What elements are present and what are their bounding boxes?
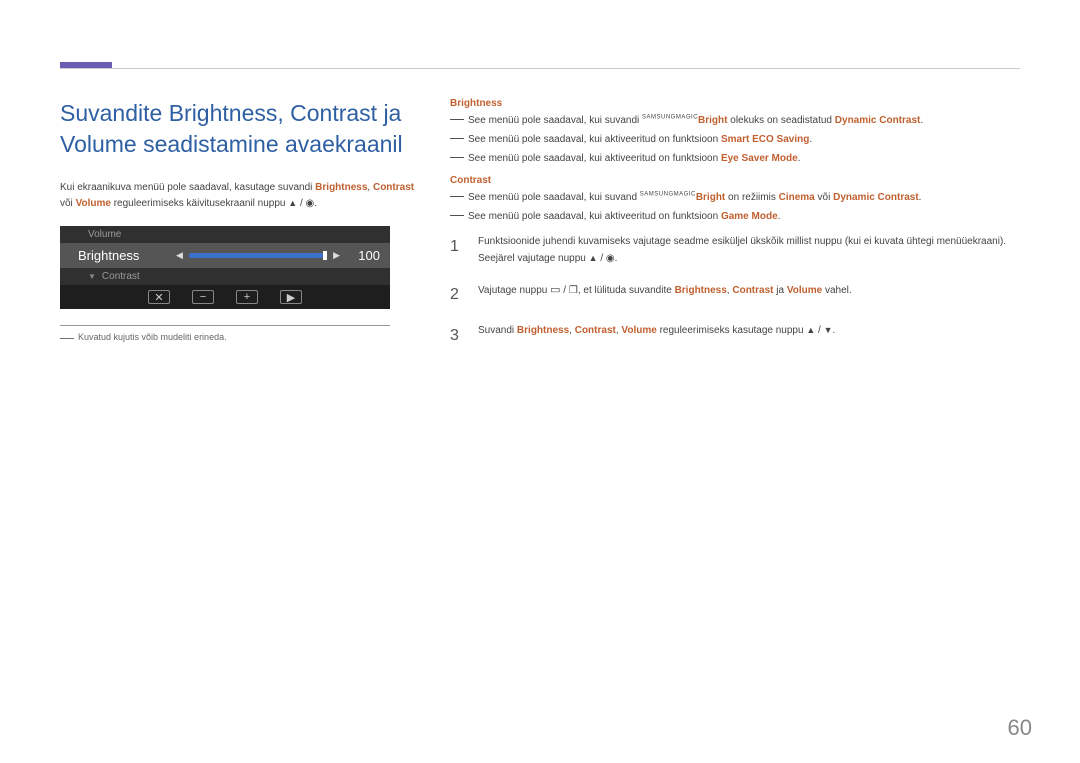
- step-2-num: 2: [450, 281, 464, 308]
- jog-icon: [606, 253, 615, 264]
- osd-contrast-label: Contrast: [102, 271, 140, 282]
- osd-button-row: ✕ − + ▶: [60, 285, 390, 309]
- pip-icon: [569, 285, 578, 296]
- intro-paragraph: Kui ekraanikuva menüü pole saadaval, kas…: [60, 180, 420, 212]
- kw-contrast: Contrast: [373, 182, 414, 193]
- intro-pre: Kui ekraanikuva menüü pole saadaval, kas…: [60, 182, 315, 193]
- section-brightness: Brightness: [450, 98, 1020, 109]
- kw-volume: Volume: [76, 198, 111, 209]
- footnote-rule: [60, 325, 390, 326]
- source-icon: [550, 285, 560, 296]
- osd-value: 100: [348, 248, 380, 263]
- contrast-note-2: ― See menüü pole saadaval, kui aktiveeri…: [450, 209, 1020, 225]
- contrast-note-1: ― See menüü pole saadaval, kui suvand SA…: [450, 190, 1020, 206]
- slider-track: [189, 253, 327, 258]
- step-1-num: 1: [450, 233, 464, 267]
- top-rule: [60, 68, 1020, 69]
- osd-play-icon: ▶: [280, 290, 302, 304]
- kw-brightness: Brightness: [315, 182, 367, 193]
- osd-preview: Volume Brightness ◀ ▶ 100 ▼ Contrast ✕: [60, 226, 390, 309]
- osd-volume-label: Volume: [88, 229, 121, 240]
- brightness-note-3: ― See menüü pole saadaval, kui aktiveeri…: [450, 151, 1020, 167]
- slider-thumb: [323, 251, 327, 260]
- osd-row-contrast: ▼ Contrast: [60, 268, 390, 285]
- page-title: Suvandite Brightness, Contrast ja Volume…: [60, 98, 420, 160]
- osd-row-brightness: Brightness ◀ ▶ 100: [60, 243, 390, 268]
- osd-plus-icon: +: [236, 290, 258, 304]
- section-contrast: Contrast: [450, 175, 1020, 186]
- brightness-note-2: ― See menüü pole saadaval, kui aktiveeri…: [450, 132, 1020, 148]
- down-icon: [824, 325, 833, 336]
- down-icon: ▼: [88, 272, 96, 281]
- step-3: 3 Suvandi Brightness, Contrast, Volume r…: [450, 322, 1020, 349]
- footnote: ― Kuvatud kujutis võib mudeliti erineda.: [60, 332, 420, 344]
- page-number: 60: [1008, 715, 1032, 741]
- slider-left-icon: ◀: [176, 250, 183, 261]
- osd-row-volume: Volume: [60, 226, 390, 243]
- osd-close-icon: ✕: [148, 290, 170, 304]
- brightness-note-1: ― See menüü pole saadaval, kui suvandi S…: [450, 113, 1020, 129]
- up-icon: [589, 253, 598, 264]
- up-icon: [288, 198, 297, 209]
- slider-right-icon: ▶: [333, 250, 340, 261]
- osd-slider: ◀ ▶: [176, 250, 340, 261]
- osd-minus-icon: −: [192, 290, 214, 304]
- up-icon: [806, 325, 815, 336]
- osd-brightness-label: Brightness: [78, 248, 168, 263]
- jog-icon: [306, 198, 315, 209]
- step-3-num: 3: [450, 322, 464, 349]
- step-1: 1 Funktsioonide juhendi kuvamiseks vajut…: [450, 233, 1020, 267]
- footnote-text: Kuvatud kujutis võib mudeliti erineda.: [78, 332, 227, 344]
- step-2: 2 Vajutage nuppu / , et lülituda suvandi…: [450, 281, 1020, 308]
